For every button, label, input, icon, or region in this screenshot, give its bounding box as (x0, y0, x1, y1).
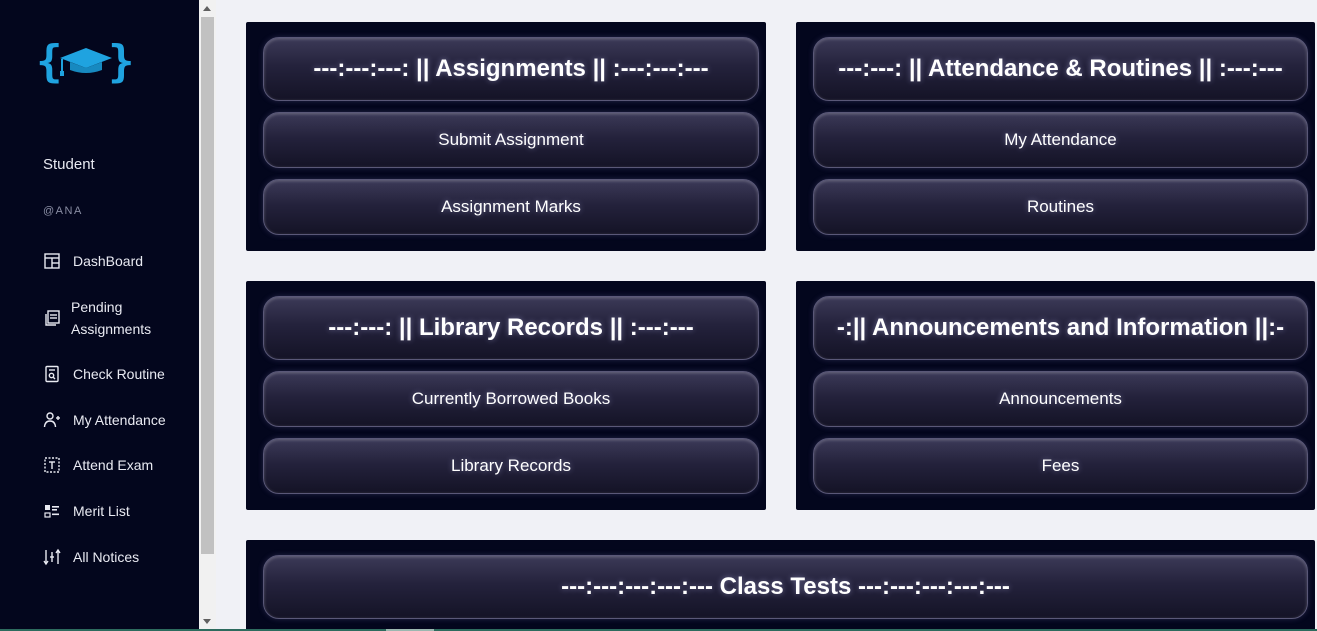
nav-item-attend-exam[interactable]: Attend Exam (43, 456, 153, 474)
scrollbar[interactable] (199, 0, 216, 631)
sidebar: { } Student @ANA DashBoard Pending Assig… (0, 0, 199, 631)
svg-text:{: { (36, 40, 63, 84)
submit-assignment-button[interactable]: Submit Assignment (263, 112, 759, 168)
scroll-down-icon[interactable] (203, 619, 211, 624)
library-records-heading[interactable]: ---:---: || Library Records || :---:--- (263, 296, 759, 360)
nav-label: Check Routine (73, 366, 165, 382)
nav-item-dashboard[interactable]: DashBoard (43, 252, 143, 270)
borrowed-books-button[interactable]: Currently Borrowed Books (263, 371, 759, 427)
announcements-button[interactable]: Announcements (813, 371, 1308, 427)
nav-label: Merit List (73, 503, 130, 519)
class-tests-heading[interactable]: ---:---:---:---:--- Class Tests ---:---:… (263, 555, 1308, 619)
dashboard-icon (43, 252, 61, 270)
library-records-button[interactable]: Library Records (263, 438, 759, 494)
my-attendance-button[interactable]: My Attendance (813, 112, 1308, 168)
nav-label: DashBoard (73, 253, 144, 269)
assignment-marks-button[interactable]: Assignment Marks (263, 179, 759, 235)
notices-icon (43, 548, 61, 566)
attendance-routines-card: ---:---: || Attendance & Routines || :--… (796, 22, 1315, 251)
library-records-card: ---:---: || Library Records || :---:--- … (246, 281, 766, 510)
routines-button[interactable]: Routines (813, 179, 1308, 235)
class-tests-card: ---:---:---:---:--- Class Tests ---:---:… (246, 540, 1315, 631)
svg-text:}: } (108, 40, 135, 84)
routine-icon (43, 365, 61, 383)
announcements-heading[interactable]: -:|| Announcements and Information ||:- (813, 296, 1308, 360)
exam-icon (43, 456, 61, 474)
fees-button[interactable]: Fees (813, 438, 1308, 494)
nav-label: Pending Assignments (71, 299, 152, 337)
announcements-card: -:|| Announcements and Information ||:- … (796, 281, 1315, 510)
merit-list-icon (43, 502, 61, 520)
scroll-thumb[interactable] (201, 17, 214, 554)
attendance-routines-heading[interactable]: ---:---: || Attendance & Routines || :--… (813, 37, 1308, 101)
nav-item-my-attendance[interactable]: My Attendance (43, 411, 166, 429)
nav-item-pending-assignments[interactable]: Pending Assignments (43, 296, 171, 340)
nav-item-merit-list[interactable]: Merit List (43, 502, 130, 520)
assignments-card: ---:---:---: || Assignments || :---:---:… (246, 22, 766, 251)
assignments-icon (43, 309, 61, 327)
scroll-up-icon[interactable] (203, 6, 211, 11)
attendance-icon (43, 411, 61, 429)
user-handle: @ANA (43, 205, 83, 217)
nav-item-all-notices[interactable]: All Notices (43, 548, 139, 566)
user-role: Student (43, 156, 95, 173)
app-logo[interactable]: { } (36, 36, 136, 87)
assignments-heading[interactable]: ---:---:---: || Assignments || :---:---:… (263, 37, 759, 101)
nav-item-check-routine[interactable]: Check Routine (43, 365, 165, 383)
nav-label: All Notices (73, 549, 140, 565)
nav-label: Attend Exam (73, 457, 154, 473)
nav-label: My Attendance (73, 412, 166, 428)
